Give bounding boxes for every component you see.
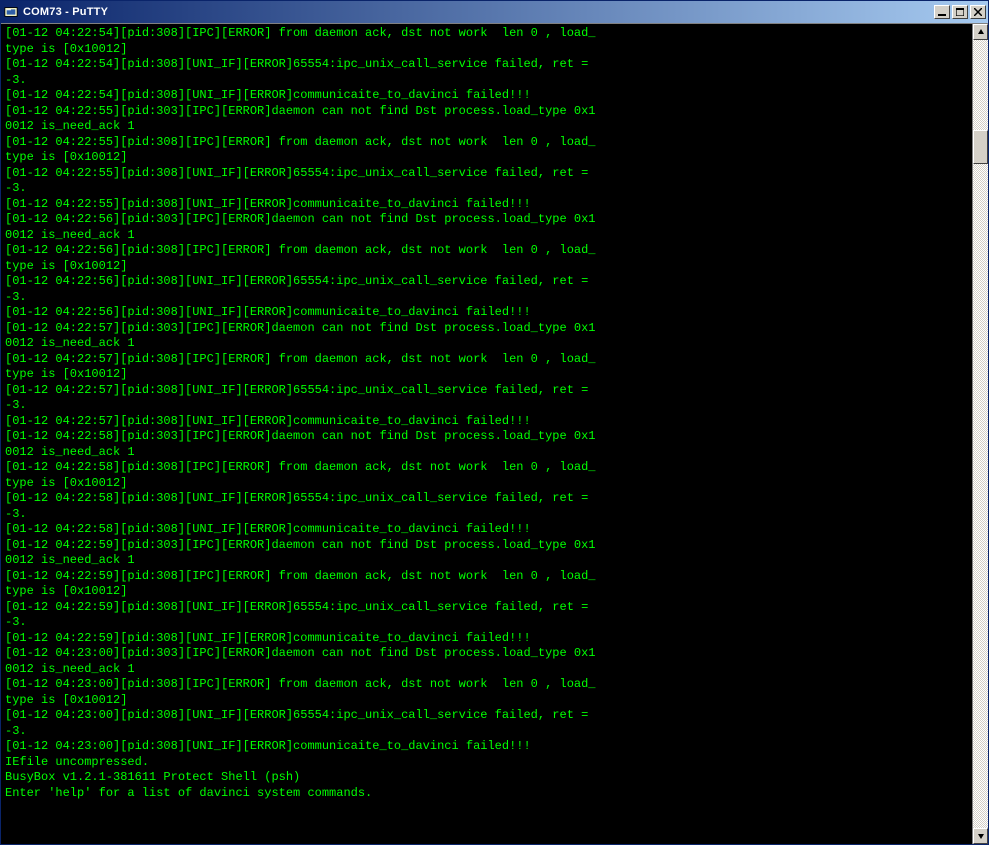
titlebar[interactable]: COM73 - PuTTY [1,1,988,23]
scrollbar-track[interactable] [973,40,988,828]
scroll-down-button[interactable] [973,828,988,844]
scrollbar-thumb[interactable] [973,130,988,164]
window-controls [934,5,986,19]
maximize-button[interactable] [952,5,968,19]
terminal-output[interactable]: [01-12 04:22:54][pid:308][IPC][ERROR] fr… [1,24,972,844]
close-button[interactable] [970,5,986,19]
putty-window: COM73 - PuTTY [01-12 04:22:54][pid:308][… [0,0,989,845]
client-area: [01-12 04:22:54][pid:308][IPC][ERROR] fr… [1,23,988,844]
putty-icon [3,4,19,20]
minimize-button[interactable] [934,5,950,19]
window-title: COM73 - PuTTY [23,6,934,18]
scroll-up-button[interactable] [973,24,988,40]
vertical-scrollbar[interactable] [972,24,988,844]
